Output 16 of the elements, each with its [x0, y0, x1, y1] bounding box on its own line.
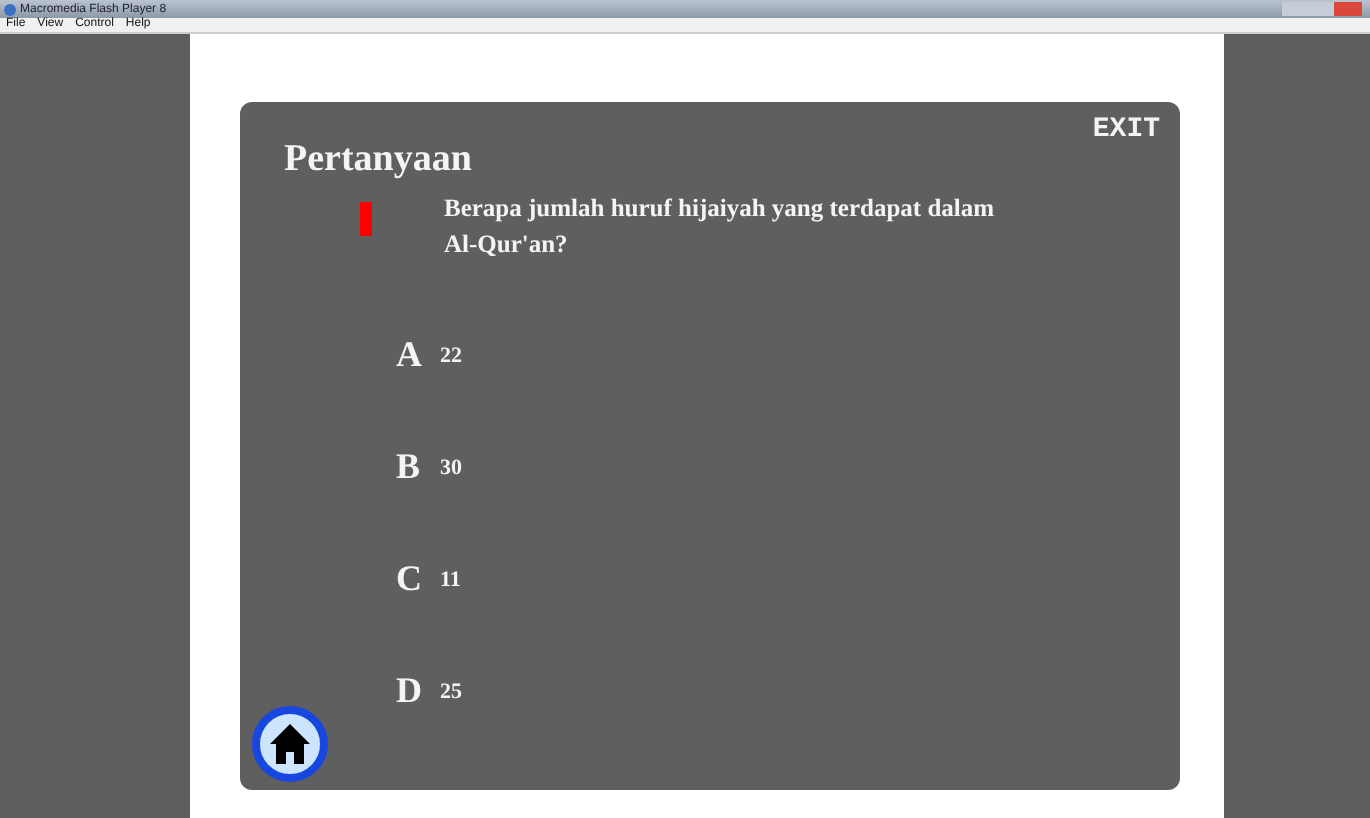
marker — [360, 202, 372, 236]
option-letter[interactable]: D — [396, 670, 424, 712]
window-controls-icon[interactable] — [1282, 2, 1362, 16]
option-answer[interactable]: 22 — [440, 343, 462, 367]
home-icon — [268, 722, 312, 766]
option-answer[interactable]: 25 — [440, 679, 462, 703]
option-letter[interactable]: A — [396, 334, 424, 376]
option-answer[interactable]: 11 — [440, 567, 461, 591]
option-letter[interactable]: C — [396, 558, 424, 600]
exit-button[interactable]: EXIT — [1092, 114, 1160, 146]
option-answer[interactable]: 30 — [440, 455, 462, 479]
app-icon — [4, 3, 16, 15]
heading: Pertanyaan — [284, 138, 472, 182]
question-text: Berapa jumlah huruf hijaiyah yang terdapat dalam Al-Qur'an? — [444, 192, 997, 262]
home-button[interactable] — [252, 706, 328, 782]
option-letter[interactable]: B — [396, 446, 424, 488]
